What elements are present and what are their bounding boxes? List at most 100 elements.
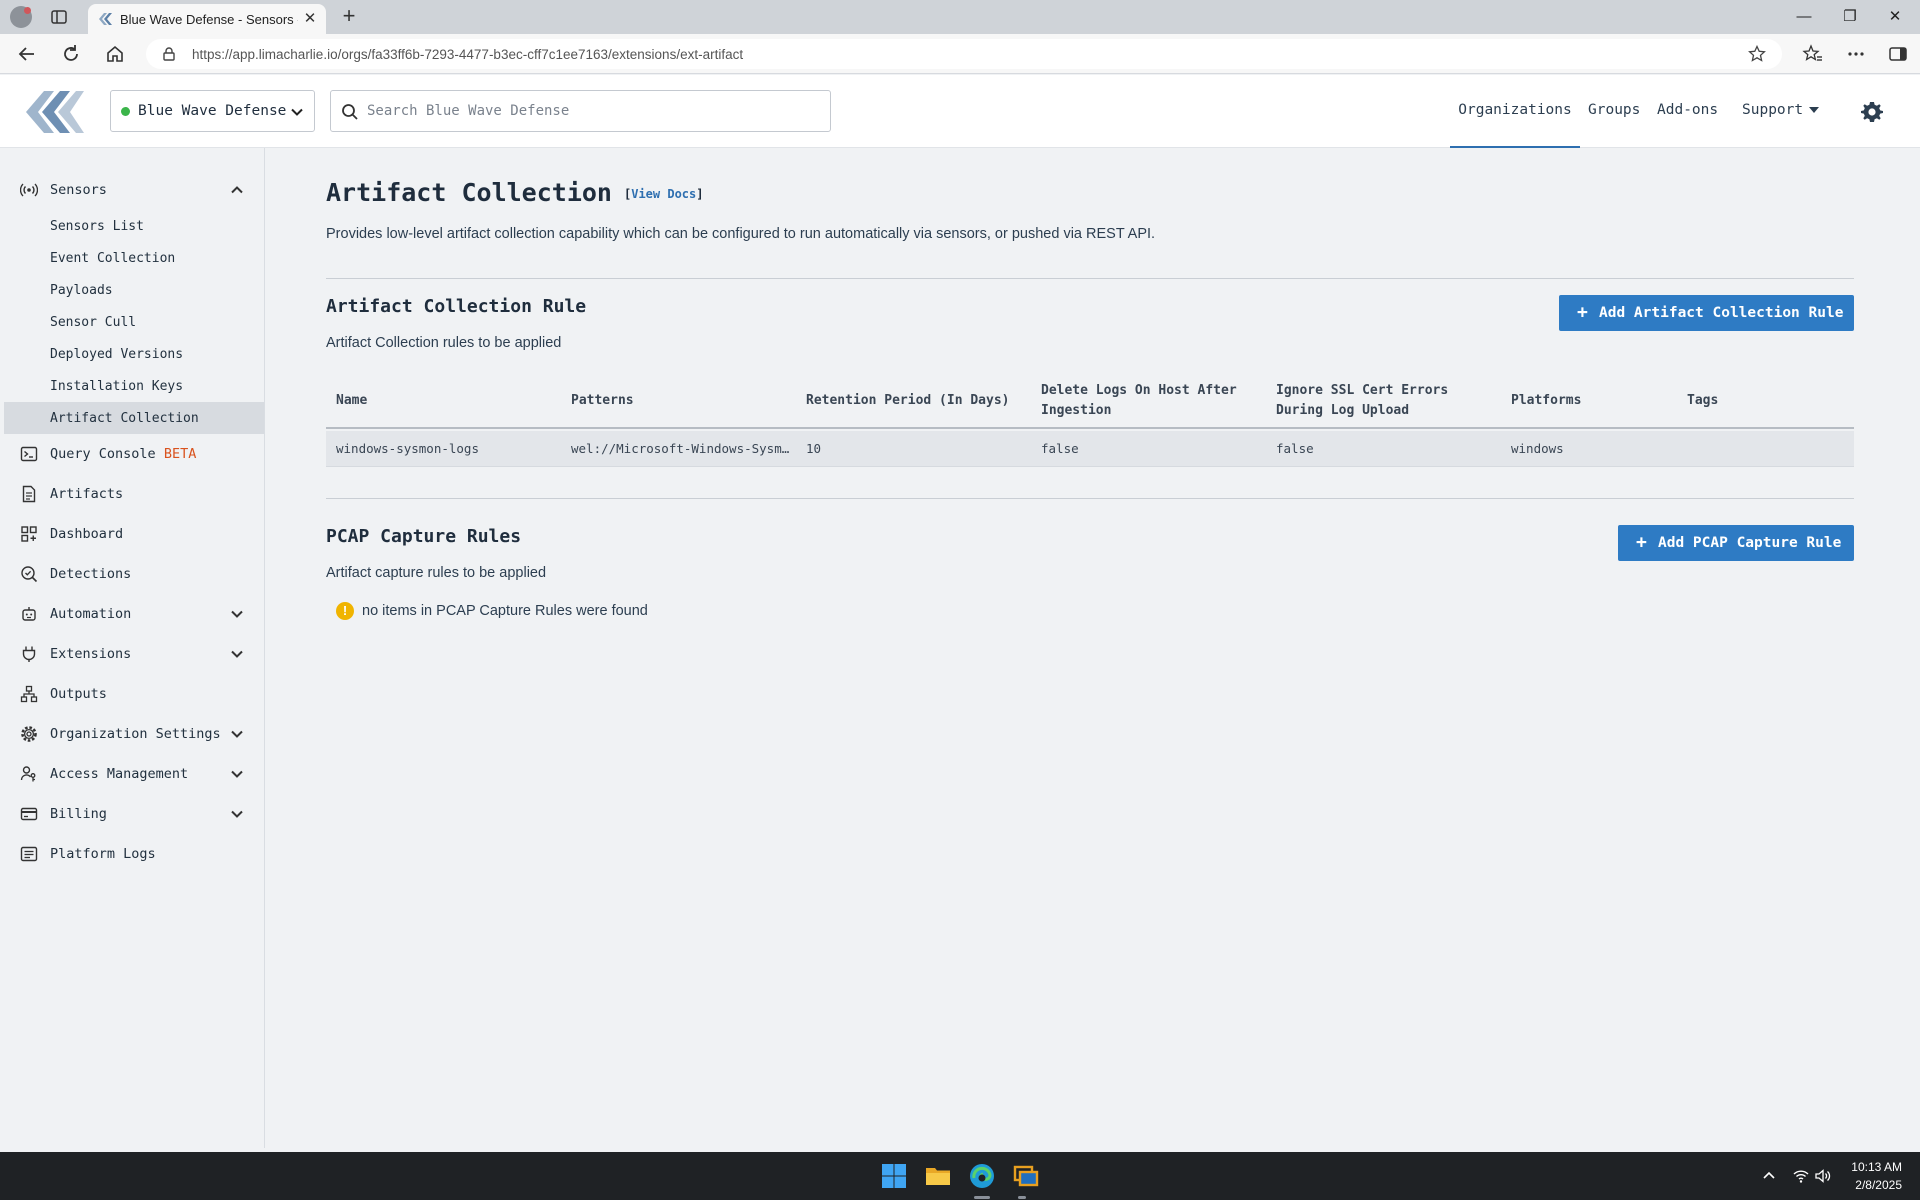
refresh-icon[interactable] [60,43,82,65]
column-header-patterns[interactable]: Patterns [571,373,791,429]
browser-tab-title: Blue Wave Defense - Sensors - LimaCharli… [120,12,298,27]
dashboard-grid-icon [20,525,38,543]
minimize-icon[interactable]: — [1793,6,1815,28]
org-search[interactable] [330,90,831,132]
sidebar-item-automation[interactable]: Automation [0,598,265,630]
tab-actions-icon[interactable] [50,8,68,26]
browser-tab-active[interactable]: Blue Wave Defense - Sensors - LimaCharli… [88,4,326,34]
tab-close-icon[interactable]: ✕ [302,11,318,27]
sidebar-toggle-icon[interactable] [1887,43,1909,65]
add-artifact-collection-rule-button[interactable]: + Add Artifact Collection Rule [1559,295,1854,331]
address-bar[interactable]: https://app.limacharlie.io/orgs/fa33ff6b… [146,39,1782,69]
sidebar-sub-installation-keys[interactable]: Installation Keys [4,370,264,402]
windows-start-icon[interactable] [880,1162,908,1190]
favorite-star-icon[interactable] [1748,45,1766,63]
nav-organizations[interactable]: Organizations [1450,75,1580,148]
wifi-icon[interactable] [1792,1167,1810,1185]
cell-ignore-ssl: false [1276,441,1314,456]
warning-icon: ! [336,602,354,620]
sidebar-sub-sensors-list[interactable]: Sensors List [4,210,264,242]
sidebar-label: Access Management [50,766,189,782]
browser-tab-strip: Blue Wave Defense - Sensors - LimaCharli… [0,0,1920,34]
sidebar-item-dashboard[interactable]: Dashboard [0,518,265,550]
sidebar-item-extensions[interactable]: Extensions [0,638,265,670]
sidebar-sub-artifact-collection[interactable]: Artifact Collection [4,402,264,434]
sidebar-item-artifacts[interactable]: Artifacts [0,478,265,510]
sidebar-item-billing[interactable]: Billing [0,798,265,830]
sidebar-label: Query Console BETA [50,446,196,462]
settings-gear-icon [20,725,38,743]
lock-icon[interactable] [162,47,176,61]
add-pcap-capture-rule-button[interactable]: + Add PCAP Capture Rule [1618,525,1854,561]
section-subtitle-artifact-rules: Artifact Collection rules to be applied [326,335,562,351]
clock-date: 2/8/2025 [1855,1178,1902,1192]
sidebar-item-organization-settings[interactable]: Organization Settings [0,718,265,750]
sidebar-sub-payloads[interactable]: Payloads [4,274,264,306]
column-header-tags[interactable]: Tags [1687,373,1837,429]
button-label: Add Artifact Collection Rule [1599,305,1844,321]
sidebar-item-query-console[interactable]: Query Console BETA [0,438,265,470]
column-header-ignore-ssl[interactable]: Ignore SSL Cert Errors During Log Upload [1276,373,1476,429]
sidebar-label: Automation [50,606,132,622]
credit-card-icon [20,805,38,823]
robot-icon [20,605,38,623]
column-header-delete-logs[interactable]: Delete Logs On Host After Ingestion [1041,373,1256,429]
column-header-retention[interactable]: Retention Period (In Days) [806,373,1026,429]
cell-delete-logs: false [1041,441,1079,456]
home-icon[interactable] [104,43,126,65]
nav-groups[interactable]: Groups [1588,75,1640,148]
nav-support-label: Support [1742,102,1804,118]
profile-avatar-icon[interactable] [10,6,32,28]
chevron-up-icon[interactable] [1760,1167,1778,1185]
back-icon[interactable] [16,43,38,65]
org-selector[interactable]: Blue Wave Defense [110,90,315,132]
section-title-pcap-rules: PCAP Capture Rules [326,526,522,547]
chevron-down-icon [230,807,244,821]
sidebar-sub-sensor-cull[interactable]: Sensor Cull [4,306,264,338]
system-clock[interactable]: 10:13 AM 2/8/2025 [1822,1158,1902,1194]
column-header-platforms[interactable]: Platforms [1511,373,1671,429]
cell-tags [1687,431,1837,467]
view-docs-label[interactable]: View Docs [631,187,696,201]
table-row[interactable]: windows-sysmon-logs wel://Microsoft-Wind… [326,431,1854,467]
limacharlie-logo-icon[interactable] [24,87,86,137]
limacharlie-favicon-icon [98,12,114,26]
sidebar-label: Detections [50,566,132,582]
sidebar-item-platform-logs[interactable]: Platform Logs [0,838,265,870]
more-options-icon[interactable] [1845,43,1867,65]
window-close-icon[interactable]: ✕ [1884,6,1906,28]
sidebar-sub-event-collection[interactable]: Event Collection [4,242,264,274]
nav-addons[interactable]: Add-ons [1657,75,1718,148]
file-explorer-icon[interactable] [924,1162,952,1190]
gear-icon[interactable] [1860,100,1884,124]
view-docs-link[interactable]: [View Docs] [624,187,704,201]
column-header-name[interactable]: Name [336,373,556,429]
chevron-down-icon [230,727,244,741]
favorites-icon[interactable] [1802,43,1824,65]
sidebar-item-detections[interactable]: Detections [0,558,265,590]
divider [326,498,1854,499]
sidebar-item-access-management[interactable]: Access Management [0,758,265,790]
url-text[interactable]: https://app.limacharlie.io/orgs/fa33ff6b… [192,47,743,62]
chevron-up-icon [230,183,244,197]
search-check-icon [20,565,38,583]
restore-icon[interactable]: ❐ [1839,6,1861,28]
new-tab-icon[interactable]: + [338,5,360,28]
query-console-label: Query Console [50,446,156,462]
page-title: Artifact Collection [326,178,612,207]
search-input[interactable] [367,97,817,125]
chevron-down-icon [290,105,304,119]
search-icon [341,103,359,121]
clock-time: 10:13 AM [1851,1160,1902,1174]
plus-icon: + [1636,532,1647,553]
cell-name: windows-sysmon-logs [336,441,479,456]
nav-support[interactable]: Support [1742,75,1820,148]
remote-desktop-icon[interactable] [1012,1162,1040,1190]
edge-browser-icon[interactable] [968,1162,996,1190]
sidebar-item-outputs[interactable]: Outputs [0,678,265,710]
sidebar-sub-deployed-versions[interactable]: Deployed Versions [4,338,264,370]
app-header: Blue Wave Defense Organizations Groups A… [0,75,1920,148]
sidebar-item-sensors[interactable]: Sensors [0,174,265,206]
button-label: Add PCAP Capture Rule [1658,535,1842,551]
sidebar-label: Artifacts [50,486,124,502]
